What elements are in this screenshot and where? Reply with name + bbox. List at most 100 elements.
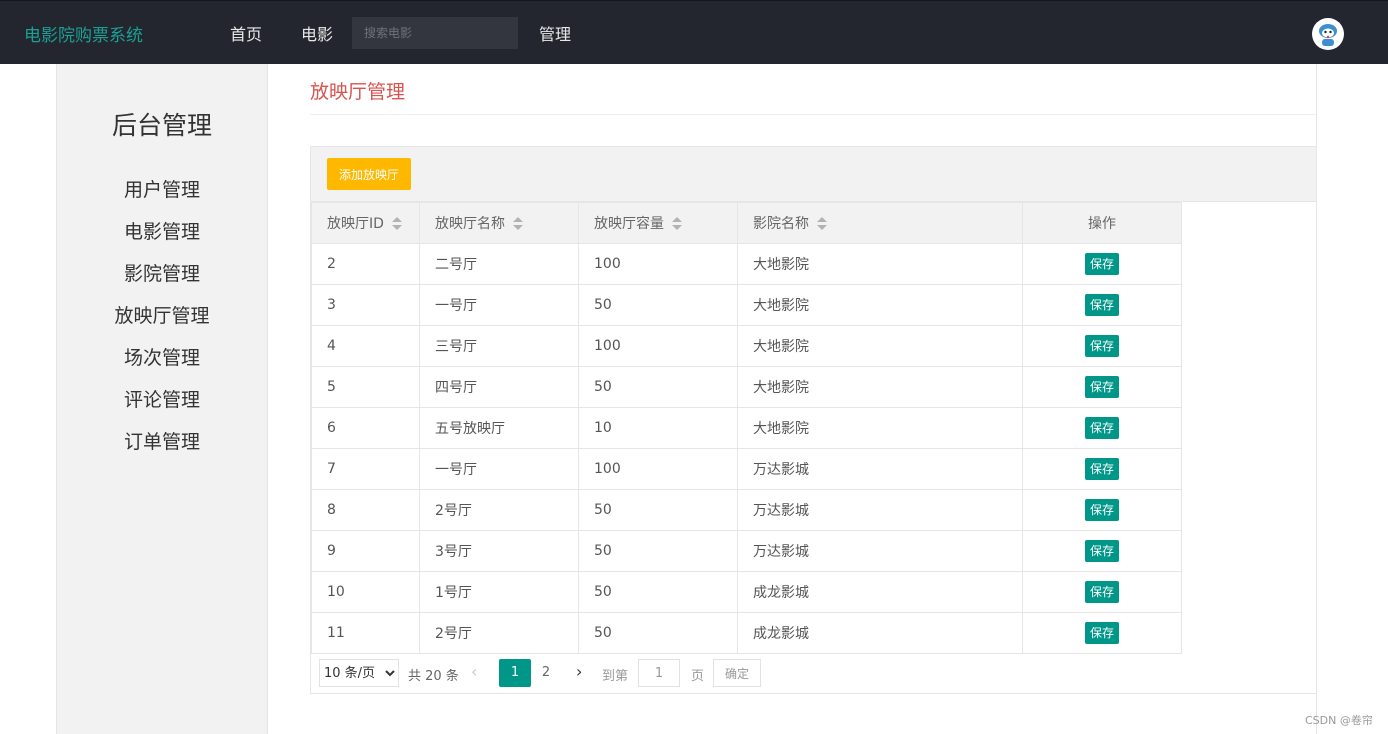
cell-hall-name: 2号厅: [419, 612, 579, 654]
sidebar-item-comments[interactable]: 评论管理: [57, 385, 267, 412]
cell-cinema-name: 大地影院: [737, 366, 1023, 408]
cell-capacity: 50: [578, 571, 738, 613]
nav-manage[interactable]: 管理: [539, 21, 571, 45]
table-row: 2 二号厅 100 大地影院 保存: [311, 243, 1182, 285]
cell-capacity: 50: [578, 530, 738, 572]
next-page-icon[interactable]: ›: [576, 662, 582, 681]
save-button[interactable]: 保存: [1084, 581, 1119, 603]
cell-hall-id: 3: [311, 284, 420, 326]
column-header-actions: 操作: [1022, 202, 1182, 244]
cell-cinema-name: 大地影院: [737, 407, 1023, 449]
pagination: 10 条/页 共 20 条 ‹ 1 2 › 到第 页 确定: [311, 653, 1316, 693]
table-row: 8 2号厅 50 万达影城 保存: [311, 489, 1182, 531]
save-button[interactable]: 保存: [1084, 499, 1119, 521]
cell-actions: 保存: [1022, 325, 1182, 367]
table-row: 5 四号厅 50 大地影院 保存: [311, 366, 1182, 408]
sidebar-item-halls[interactable]: 放映厅管理: [57, 301, 267, 328]
add-hall-button[interactable]: 添加放映厅: [327, 158, 411, 190]
table-toolbar: 添加放映厅: [311, 147, 1316, 202]
watermark: CSDN @卷帘: [1305, 714, 1373, 727]
cell-cinema-name: 大地影院: [737, 325, 1023, 367]
cell-capacity: 10: [578, 407, 738, 449]
cell-capacity: 50: [578, 612, 738, 654]
column-header-hall-id[interactable]: 放映厅ID: [311, 202, 420, 244]
save-button[interactable]: 保存: [1084, 335, 1119, 357]
sort-icon[interactable]: [513, 217, 523, 231]
cell-hall-id: 9: [311, 530, 420, 572]
cell-actions: 保存: [1022, 366, 1182, 408]
admin-sidebar: 后台管理 用户管理 电影管理 影院管理 放映厅管理 场次管理 评论管理 订单管理: [56, 64, 268, 734]
column-header-capacity[interactable]: 放映厅容量: [578, 202, 738, 244]
sidebar-item-cinemas[interactable]: 影院管理: [57, 259, 267, 286]
goto-suffix: 页: [691, 669, 705, 684]
total-count: 共 20 条: [408, 669, 459, 684]
sidebar-item-movies[interactable]: 电影管理: [57, 217, 267, 244]
movie-search-input[interactable]: [352, 17, 518, 49]
brand-logo-text[interactable]: 电影院购票系统: [24, 21, 143, 46]
save-button[interactable]: 保存: [1084, 458, 1119, 480]
save-button[interactable]: 保存: [1084, 376, 1119, 398]
cell-cinema-name: 万达影城: [737, 448, 1023, 490]
cell-cinema-name: 万达影城: [737, 530, 1023, 572]
cell-cinema-name: 万达影城: [737, 489, 1023, 531]
cell-actions: 保存: [1022, 571, 1182, 613]
hall-table-panel: 添加放映厅 放映厅ID 放映厅名称 放映厅容量 影院名称 操作 2 二号厅 100 大…: [310, 146, 1317, 694]
goto-page-input[interactable]: [638, 659, 680, 687]
goto-confirm-button[interactable]: 确定: [713, 659, 761, 687]
cell-actions: 保存: [1022, 243, 1182, 285]
page-button-1[interactable]: 1: [499, 659, 531, 687]
page-size-select[interactable]: 10 条/页: [319, 659, 399, 687]
goto-prefix: 到第: [602, 669, 629, 684]
sort-icon[interactable]: [817, 217, 827, 231]
cell-hall-id: 7: [311, 448, 420, 490]
title-divider: [310, 114, 1317, 115]
cell-hall-name: 五号放映厅: [419, 407, 579, 449]
robot-avatar-icon[interactable]: [1312, 18, 1344, 50]
cell-hall-name: 3号厅: [419, 530, 579, 572]
table-row: 11 2号厅 50 成龙影城 保存: [311, 612, 1182, 654]
save-button[interactable]: 保存: [1084, 622, 1119, 644]
sidebar-item-orders[interactable]: 订单管理: [57, 427, 267, 454]
save-button[interactable]: 保存: [1084, 540, 1119, 562]
sort-icon[interactable]: [391, 217, 402, 231]
cell-hall-id: 5: [311, 366, 420, 408]
sort-icon[interactable]: [672, 217, 682, 231]
table-body: 2 二号厅 100 大地影院 保存 3 一号厅 50 大地影院 保存 4 三号厅 100 大地影院 保存 5 四…: [311, 243, 1182, 654]
save-button[interactable]: 保存: [1084, 253, 1119, 275]
cell-actions: 保存: [1022, 489, 1182, 531]
hall-table: 放映厅ID 放映厅名称 放映厅容量 影院名称 操作 2 二号厅 100 大地影院 保存 3…: [311, 202, 1182, 654]
column-header-label: 影院名称: [753, 216, 809, 232]
save-button[interactable]: 保存: [1084, 294, 1119, 316]
cell-capacity: 50: [578, 366, 738, 408]
column-header-label: 放映厅名称: [435, 216, 505, 232]
table-row: 7 一号厅 100 万达影城 保存: [311, 448, 1182, 490]
nav-movies[interactable]: 电影: [301, 21, 333, 45]
sidebar-item-users[interactable]: 用户管理: [57, 175, 267, 202]
cell-hall-id: 11: [311, 612, 420, 654]
cell-actions: 保存: [1022, 612, 1182, 654]
cell-hall-id: 2: [311, 243, 420, 285]
column-header-hall-name[interactable]: 放映厅名称: [419, 202, 579, 244]
main-content: 放映厅管理 添加放映厅 放映厅ID 放映厅名称 放映厅容量 影院名称 操作 2二…: [310, 64, 1317, 734]
table-row: 10 1号厅 50 成龙影城 保存: [311, 571, 1182, 613]
sidebar-item-sessions[interactable]: 场次管理: [57, 343, 267, 370]
table-header-row: 放映厅ID 放映厅名称 放映厅容量 影院名称 操作: [311, 202, 1182, 244]
nav-home[interactable]: 首页: [230, 21, 262, 45]
cell-actions: 保存: [1022, 448, 1182, 490]
cell-hall-id: 8: [311, 489, 420, 531]
cell-capacity: 50: [578, 489, 738, 531]
page-button-2[interactable]: 2: [530, 659, 562, 687]
column-header-cinema-name[interactable]: 影院名称: [737, 202, 1023, 244]
cell-hall-name: 2号厅: [419, 489, 579, 531]
cell-hall-id: 10: [311, 571, 420, 613]
column-header-label: 放映厅容量: [594, 216, 664, 232]
sidebar-title: 后台管理: [111, 111, 212, 140]
cell-cinema-name: 大地影院: [737, 284, 1023, 326]
table-row: 3 一号厅 50 大地影院 保存: [311, 284, 1182, 326]
cell-hall-name: 一号厅: [419, 284, 579, 326]
prev-page-icon[interactable]: ‹: [471, 662, 477, 681]
cell-cinema-name: 成龙影城: [737, 612, 1023, 654]
save-button[interactable]: 保存: [1084, 417, 1119, 439]
cell-capacity: 100: [578, 448, 738, 490]
column-header-label: 放映厅ID: [327, 216, 384, 232]
